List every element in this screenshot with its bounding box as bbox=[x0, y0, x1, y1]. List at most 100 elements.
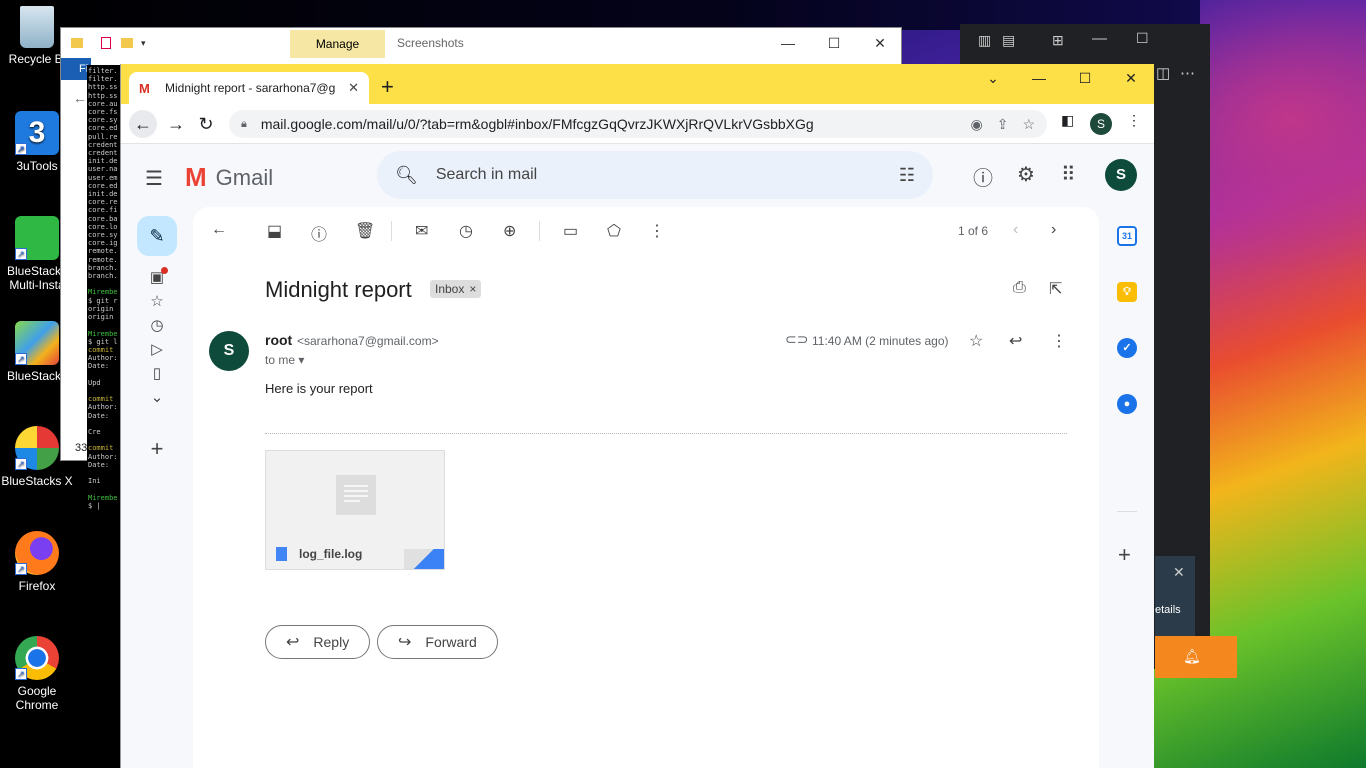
google-keep-icon[interactable]: 💡︎ bbox=[1117, 282, 1137, 302]
chrome-profile-avatar[interactable]: S bbox=[1090, 113, 1112, 135]
reply-button[interactable]: ↩ Reply bbox=[265, 625, 371, 659]
maximize-icon[interactable]: ☐ bbox=[811, 35, 857, 52]
apps-grid-icon[interactable]: ⠿ bbox=[1061, 162, 1076, 187]
sender-email: <sararhona7@gmail.com> bbox=[297, 334, 439, 348]
google-contacts-icon[interactable]: ● bbox=[1117, 394, 1137, 414]
chevron-down-icon[interactable]: ▾ bbox=[298, 353, 304, 367]
unread-dot bbox=[161, 267, 168, 274]
details-link[interactable]: etails bbox=[1155, 604, 1181, 616]
forward-button[interactable]: ↪ Forward bbox=[377, 625, 498, 659]
attachment-card[interactable]: log_file.log bbox=[265, 450, 445, 570]
more-vert-icon[interactable]: ⋮ bbox=[1051, 331, 1067, 351]
chrome-icon: ↗ bbox=[15, 636, 59, 680]
move-to-folder-icon[interactable]: ▭ bbox=[563, 221, 578, 241]
attachments-divider bbox=[265, 433, 1067, 434]
more-icon[interactable]: ⋯ bbox=[1180, 64, 1195, 82]
add-to-tasks-icon[interactable]: ⊕ bbox=[503, 221, 516, 241]
desktop-icon-label: Google Chrome bbox=[15, 684, 59, 712]
maximize-icon[interactable]: ☐ bbox=[1062, 70, 1108, 87]
recipient-details[interactable]: to me ▾ bbox=[265, 353, 304, 367]
add-label-plus-icon[interactable]: + bbox=[137, 436, 177, 462]
share-icon[interactable]: ⇪ bbox=[997, 116, 1009, 133]
bookmark-star-icon[interactable]: ☆ bbox=[1022, 116, 1035, 133]
compose-pencil-icon[interactable]: ✎ bbox=[137, 216, 177, 256]
close-icon[interactable]: ✕ bbox=[857, 35, 903, 52]
bell-icon[interactable]: 🔔︎ bbox=[1183, 648, 1201, 665]
more-vert-icon[interactable]: ⋮ bbox=[649, 221, 665, 241]
reload-icon[interactable]: ↻ bbox=[193, 112, 219, 136]
tab-close-icon[interactable]: ✕ bbox=[348, 80, 359, 96]
close-icon[interactable]: ✕ bbox=[1108, 70, 1154, 87]
layout-icon[interactable]: ▥ bbox=[978, 32, 991, 49]
maximize-icon[interactable]: ☐ bbox=[1136, 30, 1149, 47]
more-chevron-down-icon[interactable]: ⌄ bbox=[137, 388, 177, 406]
star-icon[interactable]: ☆ bbox=[969, 331, 983, 351]
tracking-protection-eye-icon[interactable]: ◉ bbox=[970, 116, 982, 133]
new-tab-icon[interactable]: + bbox=[381, 74, 394, 100]
google-calendar-icon[interactable]: 31 bbox=[1117, 226, 1137, 246]
gear-icon[interactable]: ⚙ bbox=[1017, 162, 1035, 187]
older-chevron-right-icon[interactable]: › bbox=[1051, 221, 1056, 239]
email-body: Here is your report bbox=[265, 381, 373, 396]
sender-avatar[interactable]: S bbox=[209, 331, 249, 371]
chrome-menu-icon[interactable]: ⋮ bbox=[1127, 112, 1141, 129]
layout-split-icon[interactable]: ▤ bbox=[1002, 32, 1015, 49]
print-icon[interactable]: ⎙ bbox=[1013, 279, 1026, 297]
panel-toggle-icon[interactable]: ◫ bbox=[1156, 64, 1170, 82]
help-icon[interactable]: ⓘ bbox=[973, 162, 993, 191]
forward-arrow-icon[interactable]: → bbox=[163, 112, 189, 136]
sender-name[interactable]: root bbox=[265, 332, 292, 348]
back-arrow-icon[interactable]: ← bbox=[73, 90, 87, 106]
label-tag-icon[interactable]: ⬠ bbox=[607, 221, 621, 241]
sent-icon[interactable]: ▷ bbox=[137, 340, 177, 358]
quick-access-dropdown-icon[interactable]: ▾ bbox=[141, 38, 146, 49]
minimize-icon[interactable]: — bbox=[1016, 70, 1062, 86]
search-input[interactable]: Search in mail bbox=[436, 166, 899, 184]
drafts-icon[interactable]: ▯ bbox=[137, 364, 177, 382]
snoozed-clock-icon[interactable]: ◷ bbox=[137, 316, 177, 334]
gmail-logo[interactable]: M Gmail bbox=[185, 162, 273, 193]
hamburger-menu-icon[interactable]: ☰ bbox=[145, 166, 163, 191]
minimize-icon[interactable]: — bbox=[1092, 30, 1107, 47]
archive-icon[interactable]: ⬓ bbox=[267, 221, 282, 241]
layout-grid-icon[interactable]: ⊞ bbox=[1052, 32, 1064, 49]
back-arrow-icon[interactable]: ← bbox=[129, 110, 157, 138]
delete-trash-icon[interactable]: 🗑︎ bbox=[355, 221, 375, 241]
newer-chevron-left-icon[interactable]: ‹ bbox=[1013, 221, 1018, 239]
search-bar[interactable]: 🔍︎ Search in mail ☷ bbox=[377, 151, 933, 199]
get-add-ons-plus-icon[interactable]: + bbox=[1118, 542, 1131, 568]
inbox-label-chip[interactable]: Inbox × bbox=[430, 280, 482, 298]
browser-tab-active[interactable]: M Midnight report - sararhona7@g ✕ bbox=[129, 72, 369, 104]
desktop-icon-firefox[interactable]: ↗ Firefox bbox=[0, 531, 74, 593]
notification-panel[interactable]: ✕ etails bbox=[1155, 556, 1195, 636]
document-icon bbox=[336, 475, 376, 515]
search-options-icon[interactable]: ☷ bbox=[899, 165, 915, 186]
inbox-icon[interactable]: ▣ bbox=[137, 267, 177, 286]
close-icon[interactable]: ✕ bbox=[1173, 564, 1185, 581]
report-spam-icon[interactable]: ⓘ bbox=[311, 221, 327, 245]
remove-label-close-icon[interactable]: × bbox=[469, 282, 476, 296]
pagination-count: 1 of 6 bbox=[958, 224, 989, 238]
chrome-window[interactable]: M Midnight report - sararhona7@g ✕ + ⌄ —… bbox=[120, 64, 1154, 768]
google-tasks-icon[interactable]: ✓ bbox=[1117, 338, 1137, 358]
reply-button-label: Reply bbox=[313, 634, 350, 650]
search-icon[interactable]: 🔍︎ bbox=[395, 165, 418, 186]
minimize-icon[interactable]: — bbox=[765, 35, 811, 51]
snooze-clock-icon[interactable]: ◷ bbox=[459, 221, 473, 241]
desktop-icon-google-chrome[interactable]: ↗ Google Chrome bbox=[0, 636, 74, 712]
tab-search-chevron-down-icon[interactable]: ⌄ bbox=[970, 70, 1016, 87]
reply-icon[interactable]: ↩ bbox=[1009, 331, 1022, 351]
attachment-filename[interactable]: log_file.log bbox=[299, 547, 362, 561]
shortcut-arrow-icon: ↗ bbox=[15, 563, 27, 575]
side-panel-icon[interactable]: ◧ bbox=[1061, 112, 1074, 129]
url-text[interactable]: mail.google.com/mail/u/0/?tab=rm&ogbl#in… bbox=[261, 116, 957, 132]
lock-icon[interactable]: 🔒︎ bbox=[241, 118, 247, 131]
orange-banner: 🔔︎ bbox=[1155, 636, 1237, 678]
chrome-tabstrip[interactable]: M Midnight report - sararhona7@g ✕ + ⌄ —… bbox=[121, 64, 1154, 104]
open-in-new-window-icon[interactable]: ⇱ bbox=[1049, 279, 1062, 299]
address-bar[interactable]: 🔒︎ mail.google.com/mail/u/0/?tab=rm&ogbl… bbox=[229, 110, 1047, 138]
back-to-inbox-icon[interactable]: ← bbox=[211, 221, 227, 239]
starred-icon[interactable]: ☆ bbox=[137, 292, 177, 310]
manage-tab[interactable]: Manage bbox=[290, 30, 385, 58]
mark-unread-icon[interactable]: ✉ bbox=[415, 221, 428, 241]
